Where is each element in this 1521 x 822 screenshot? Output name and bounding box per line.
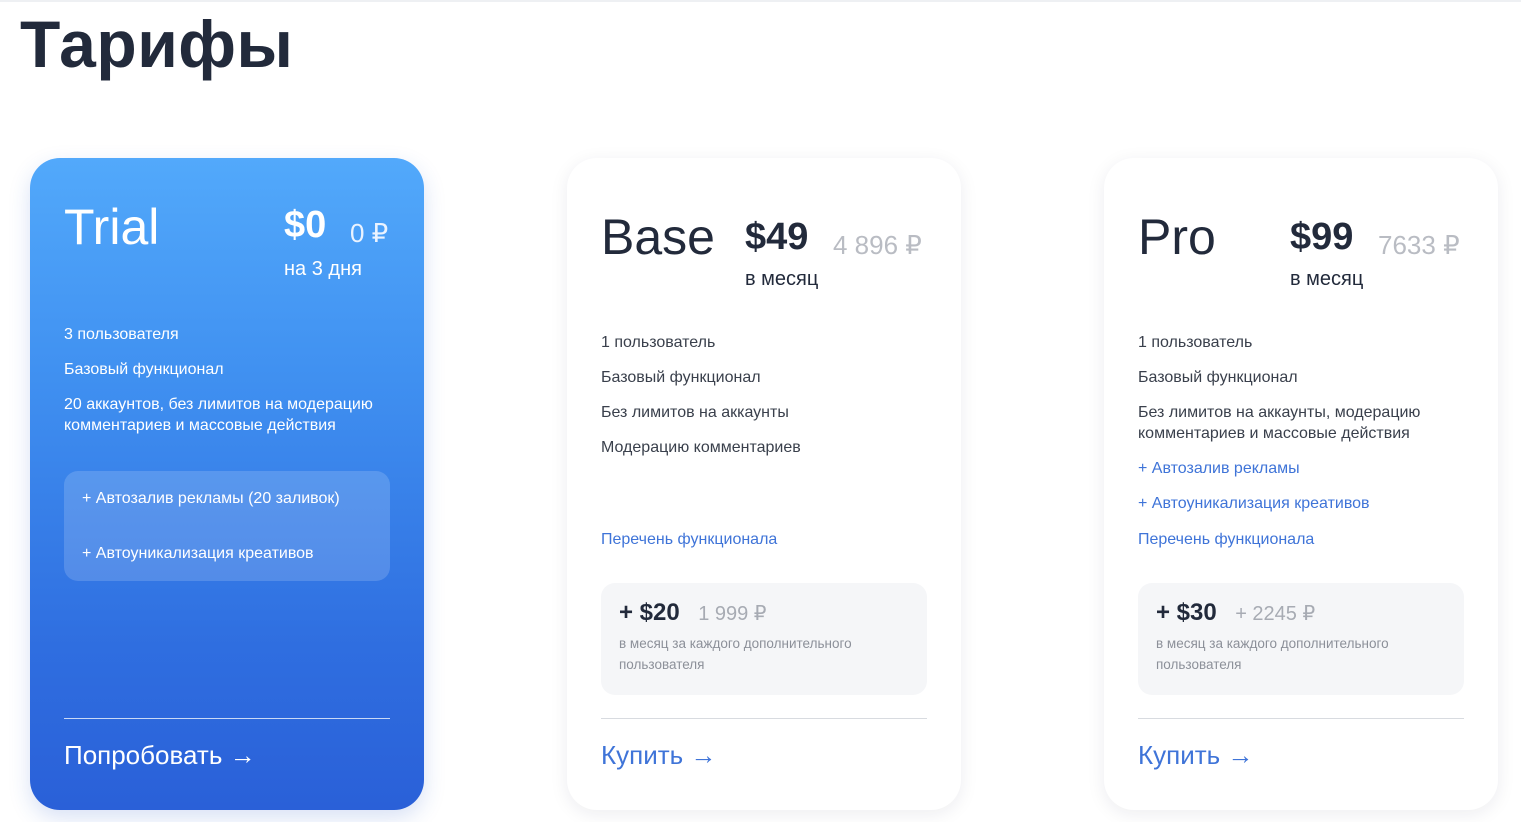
price-rub: 4 896 ₽ bbox=[833, 230, 922, 260]
addon-item: + Автозалив рекламы (20 заливок) bbox=[82, 490, 340, 507]
feature-list: 1 пользователь Базовый функционал Без ли… bbox=[1138, 332, 1468, 528]
extra-user-price-rub: 1 999 ₽ bbox=[698, 603, 767, 625]
feature-item: 20 аккаунтов, без лимитов на модерацию к… bbox=[64, 396, 373, 434]
extra-feature-item: + Автозалив рекламы bbox=[1138, 460, 1300, 477]
plan-card-trial: Trial $0 0 ₽ на 3 дня 3 пользователя Баз… bbox=[30, 158, 424, 810]
feature-item: Базовый функционал bbox=[1138, 369, 1298, 386]
plan-name: Pro bbox=[1138, 209, 1216, 265]
feature-item: Базовый функционал bbox=[601, 369, 761, 386]
functional-list-link[interactable]: Перечень функционала bbox=[601, 531, 777, 549]
price-period: на 3 дня bbox=[284, 258, 362, 280]
extra-user-price: + $20 bbox=[619, 599, 680, 626]
functional-list-link[interactable]: Перечень функционала bbox=[1138, 531, 1314, 549]
extra-user-price-rub: + 2245 ₽ bbox=[1235, 603, 1316, 625]
extra-user-box: + $30 + 2245 ₽ в месяц за каждого дополн… bbox=[1138, 583, 1464, 695]
card-divider bbox=[1138, 718, 1464, 719]
price-usd: $49 bbox=[745, 216, 809, 258]
page-title: Тарифы bbox=[20, 7, 294, 81]
feature-item: 1 пользователь bbox=[1138, 334, 1253, 351]
price-rub: 0 ₽ bbox=[350, 218, 389, 248]
card-divider bbox=[64, 718, 390, 719]
price-period: в месяц bbox=[745, 268, 819, 290]
plan-card-base: Base $49 4 896 ₽ в месяц 1 пользователь … bbox=[567, 158, 961, 810]
plan-card-pro: Pro $99 7633 ₽ в месяц 1 пользователь Ба… bbox=[1104, 158, 1498, 810]
addon-item: + Автоуникализация креативов bbox=[82, 545, 314, 562]
extra-user-note: в месяц за каждого дополнительного польз… bbox=[1156, 636, 1389, 672]
price-usd: $0 bbox=[284, 204, 327, 246]
extra-user-box: + $20 1 999 ₽ в месяц за каждого дополни… bbox=[601, 583, 927, 695]
price-rub: 7633 ₽ bbox=[1378, 230, 1460, 260]
extra-user-price: + $30 bbox=[1156, 599, 1217, 626]
feature-list: 1 пользователь Базовый функционал Без ли… bbox=[601, 332, 931, 472]
feature-item: Без лимитов на аккаунты bbox=[601, 404, 789, 421]
feature-item: 1 пользователь bbox=[601, 334, 716, 351]
price-period: в месяц bbox=[1290, 268, 1364, 290]
try-button[interactable]: Попробовать → bbox=[64, 740, 256, 771]
buy-button[interactable]: Купить → bbox=[1138, 740, 1253, 771]
feature-list: 3 пользователя Базовый функционал 20 акк… bbox=[64, 324, 394, 450]
plan-name: Base bbox=[601, 209, 715, 265]
extra-user-note: в месяц за каждого дополнительного польз… bbox=[619, 636, 852, 672]
addon-box: + Автозалив рекламы (20 заливок) + Автоу… bbox=[64, 471, 390, 581]
feature-item: Без лимитов на аккаунты, модерацию комме… bbox=[1138, 404, 1421, 442]
feature-item: Модерацию комментариев bbox=[601, 439, 801, 456]
feature-item: 3 пользователя bbox=[64, 326, 179, 343]
plan-name: Trial bbox=[64, 199, 160, 255]
price-usd: $99 bbox=[1290, 216, 1354, 258]
card-divider bbox=[601, 718, 927, 719]
buy-button[interactable]: Купить → bbox=[601, 740, 716, 771]
extra-feature-item: + Автоуникализация креативов bbox=[1138, 495, 1370, 512]
top-divider bbox=[0, 0, 1521, 2]
feature-item: Базовый функционал bbox=[64, 361, 224, 378]
